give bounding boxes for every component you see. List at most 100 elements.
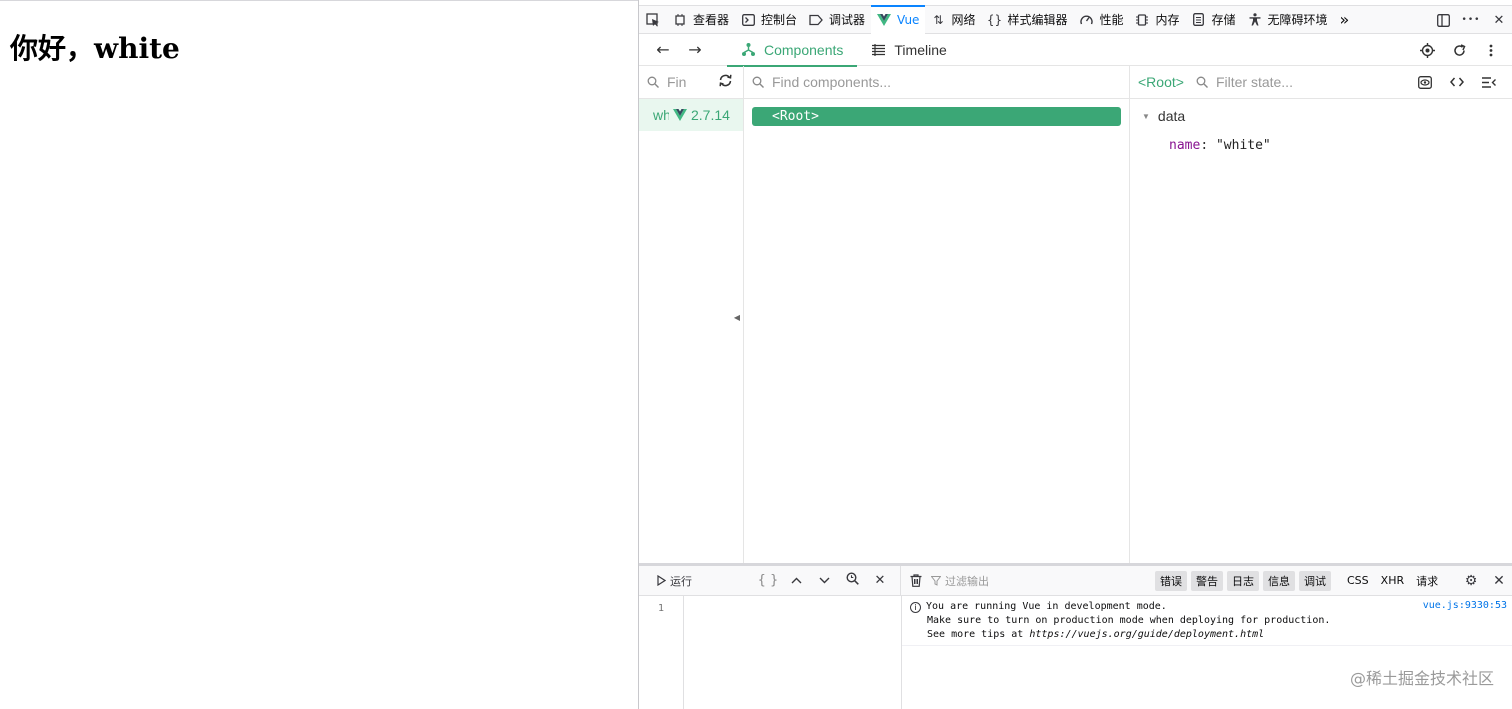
type-css-toggle[interactable]: CSS bbox=[1347, 574, 1369, 587]
deployment-link[interactable]: https://vuejs.org/guide/deployment.html bbox=[1029, 629, 1264, 640]
collapse-apps-handle[interactable]: ◀ bbox=[732, 306, 742, 328]
search-icon bbox=[752, 76, 764, 88]
reverse-search-button[interactable] bbox=[838, 566, 866, 596]
vue-menu-button[interactable] bbox=[1475, 34, 1507, 66]
app-item[interactable]: wh 2.7.14 bbox=[639, 99, 743, 131]
back-button[interactable]: ← bbox=[647, 34, 679, 66]
tab-label: Timeline bbox=[894, 41, 947, 58]
memory-icon bbox=[1135, 13, 1149, 27]
accessibility-icon bbox=[1248, 13, 1262, 27]
type-requests-toggle[interactable]: 请求 bbox=[1416, 573, 1438, 589]
arrow-left-icon: ← bbox=[656, 40, 670, 59]
search-history-icon bbox=[845, 572, 859, 589]
scroll-to-component-button[interactable] bbox=[1409, 75, 1441, 89]
forward-button[interactable]: → bbox=[679, 34, 711, 66]
collapse-list-icon bbox=[1482, 76, 1496, 88]
console-toolbar: 运行 { } ✕ 过滤输出 错误 警告 日志 信息 调试 CSS XHR 请求 … bbox=[639, 565, 1512, 596]
dock-side-button[interactable] bbox=[1429, 6, 1457, 34]
tab-vue[interactable]: Vue bbox=[871, 4, 926, 34]
type-xhr-toggle[interactable]: XHR bbox=[1381, 574, 1404, 587]
close-icon: ✕ bbox=[1493, 572, 1505, 589]
web-page: 你好，white bbox=[0, 0, 638, 709]
close-editor-button[interactable]: ✕ bbox=[866, 566, 894, 596]
refresh-apps-icon[interactable] bbox=[718, 74, 733, 90]
tab-debugger[interactable]: 调试器 bbox=[803, 6, 871, 34]
level-error-toggle[interactable]: 错误 bbox=[1155, 570, 1187, 591]
console-settings-button[interactable]: ⚙ bbox=[1457, 566, 1485, 596]
message-line-1: You are running Vue in development mode. bbox=[926, 601, 1167, 612]
state-property[interactable]: name: "white" bbox=[1142, 138, 1501, 153]
tab-label: 网络 bbox=[951, 13, 976, 27]
chevron-down-icon bbox=[819, 573, 830, 588]
message-source-link[interactable]: vue.js:9330:53 bbox=[1423, 600, 1507, 611]
history-prev-button[interactable] bbox=[782, 566, 810, 596]
console-filter[interactable]: 过滤输出 bbox=[931, 573, 1151, 589]
network-icon: ⇅ bbox=[933, 12, 944, 27]
gear-icon: ⚙ bbox=[1464, 572, 1478, 589]
level-info-toggle[interactable]: 信息 bbox=[1263, 570, 1295, 591]
play-icon bbox=[657, 575, 666, 586]
pretty-print-button[interactable]: { } bbox=[754, 566, 782, 596]
chevron-double-right-icon: » bbox=[1339, 10, 1350, 29]
state-data-section: ▼ data name: "white" bbox=[1130, 99, 1512, 161]
eye-icon bbox=[1418, 75, 1432, 89]
select-component-button[interactable] bbox=[1411, 34, 1443, 66]
tree-node-root[interactable]: <Root> bbox=[752, 107, 1121, 126]
run-label: 运行 bbox=[670, 574, 692, 588]
more-tabs-button[interactable]: » bbox=[1334, 6, 1356, 34]
inspect-source-button[interactable] bbox=[1441, 77, 1473, 87]
components-search[interactable]: Find components... bbox=[744, 66, 1129, 99]
tab-memory[interactable]: 内存 bbox=[1129, 6, 1185, 34]
tab-performance[interactable]: 性能 bbox=[1073, 6, 1129, 34]
run-button[interactable]: 运行 bbox=[639, 573, 749, 589]
tab-label: 性能 bbox=[1099, 13, 1124, 27]
state-filter[interactable]: Filter state... bbox=[1196, 74, 1293, 90]
triangle-down-icon: ▼ bbox=[1142, 111, 1150, 121]
tab-storage[interactable]: 存储 bbox=[1186, 6, 1242, 34]
collapse-state-button[interactable] bbox=[1473, 76, 1505, 88]
tab-network[interactable]: ⇅ 网络 bbox=[925, 6, 981, 34]
message-line-3-prefix: See more tips at bbox=[927, 629, 1030, 640]
apps-search-input[interactable]: Fin bbox=[667, 74, 686, 90]
triangle-left-icon: ◀ bbox=[733, 312, 741, 322]
tab-accessibility[interactable]: 无障碍环境 bbox=[1242, 6, 1334, 34]
tab-inspector[interactable]: 查看器 bbox=[667, 6, 735, 34]
component-tree-column: Find components... <Root> bbox=[744, 66, 1130, 563]
property-value[interactable]: "white" bbox=[1216, 138, 1271, 153]
tab-style-editor[interactable]: {} 样式编辑器 bbox=[981, 6, 1073, 34]
tab-console[interactable]: 控制台 bbox=[735, 6, 803, 34]
watermark: @稀土掘金技术社区 bbox=[1349, 669, 1494, 688]
devtools-menu-button[interactable]: ••• bbox=[1457, 6, 1485, 34]
level-log-toggle[interactable]: 日志 bbox=[1227, 570, 1259, 591]
property-key: name bbox=[1169, 138, 1201, 153]
app-version: 2.7.14 bbox=[691, 107, 730, 123]
tab-label: 无障碍环境 bbox=[1267, 13, 1328, 27]
close-split-console-button[interactable]: ✕ bbox=[1485, 566, 1512, 596]
arrow-right-icon: → bbox=[688, 40, 702, 59]
clear-console-button[interactable] bbox=[901, 574, 931, 587]
code-icon bbox=[1450, 77, 1464, 87]
tab-timeline[interactable]: Timeline bbox=[857, 34, 960, 66]
close-icon: ✕ bbox=[874, 573, 886, 588]
data-section-toggle[interactable]: ▼ data bbox=[1142, 107, 1501, 125]
element-picker-button[interactable] bbox=[639, 6, 667, 34]
close-devtools-button[interactable]: ✕ bbox=[1485, 6, 1512, 34]
components-search-input[interactable]: Find components... bbox=[772, 74, 891, 90]
level-warning-toggle[interactable]: 警告 bbox=[1191, 570, 1223, 591]
refresh-button[interactable] bbox=[1443, 34, 1475, 66]
level-debug-toggle[interactable]: 调试 bbox=[1299, 570, 1331, 591]
tab-components[interactable]: Components bbox=[727, 34, 858, 67]
devtools-panel: 查看器 控制台 调试器 Vue ⇅ 网络 {} 样式编辑器 性能 内存 存储 无… bbox=[638, 0, 1512, 709]
devtools-toolbar: 查看器 控制台 调试器 Vue ⇅ 网络 {} 样式编辑器 性能 内存 存储 无… bbox=[639, 4, 1512, 34]
state-filter-input[interactable]: Filter state... bbox=[1216, 74, 1293, 90]
apps-search[interactable]: Fin bbox=[639, 66, 743, 99]
state-inspector-column: <Root> Filter state... ▼ data name: "whi… bbox=[1130, 66, 1512, 563]
history-next-button[interactable] bbox=[810, 566, 838, 596]
tab-label: 存储 bbox=[1211, 13, 1236, 27]
tab-label: 查看器 bbox=[693, 13, 730, 27]
console-filter-input[interactable]: 过滤输出 bbox=[945, 573, 989, 589]
tab-label: 控制台 bbox=[761, 13, 798, 27]
console-editor[interactable]: 1 bbox=[639, 596, 902, 709]
tab-label: Vue bbox=[897, 12, 920, 27]
console-message: i You are running Vue in development mode… bbox=[902, 596, 1512, 646]
